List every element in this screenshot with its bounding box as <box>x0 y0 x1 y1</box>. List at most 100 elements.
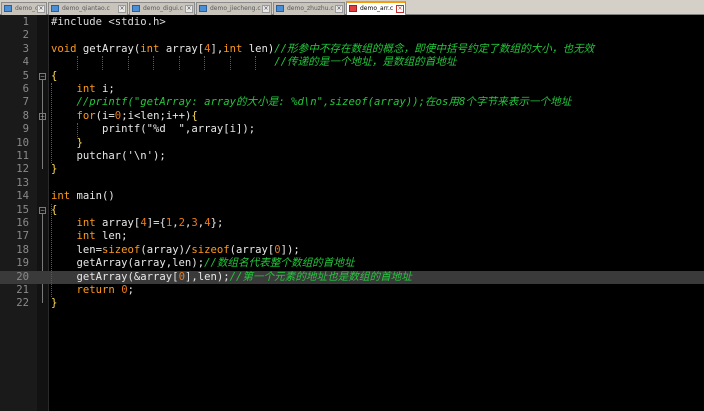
code-text: int len; <box>51 230 128 243</box>
code-line[interactable]: 7 //printf("getArray: array的大小是: %d\n",s… <box>0 96 704 109</box>
line-number: 13 <box>16 176 29 189</box>
code-text: //printf("getArray: array的大小是: %d\n",siz… <box>51 96 572 109</box>
code-token: //第一个元素的地址也是数组的首地址 <box>229 270 412 283</box>
code-token: ]); <box>280 243 300 256</box>
line-number: 8 <box>22 109 29 122</box>
tab-label: demo_zhuzhu.c <box>287 5 334 12</box>
code-text: int i; <box>51 83 115 96</box>
code-line[interactable]: 1 #include <stdio.h> <box>0 16 704 29</box>
code-line[interactable]: 4 //传递的是一个地址，是数组的首地址 <box>0 56 704 69</box>
code-token: i; <box>95 83 115 95</box>
tab-label: demo_arr.c <box>360 5 394 12</box>
code-token: int <box>51 190 71 203</box>
line-number: 11 <box>16 150 29 162</box>
code-line[interactable]: 21 return 0; <box>0 284 704 297</box>
code-text: printf("%d ",array[i]); <box>51 123 255 136</box>
code-token: getArray(&array[ <box>51 270 179 283</box>
line-number: 15 <box>16 203 29 216</box>
code-line[interactable]: 17 int len; <box>0 230 704 243</box>
close-icon[interactable]: × <box>396 5 404 13</box>
code-text: void getArray(int array[4],int len)//形参中… <box>51 43 594 56</box>
code-token: void <box>51 42 77 55</box>
code-line[interactable]: 20 getArray(&array[0],len);//第一个元素的地址也是数… <box>0 270 704 284</box>
code-token: int <box>223 42 243 55</box>
document-icon <box>349 5 357 12</box>
tab-label: demo_jiecheng.c <box>210 5 261 12</box>
code-token: (array)/ <box>140 243 192 256</box>
code-line[interactable]: 19 getArray(array,len);//数组名代表整个数组的首地址 <box>0 257 704 270</box>
tab-demo-arr-c[interactable]: demo_arr.c × <box>346 1 406 15</box>
code-text: for(i=0;i<len;i++){ <box>51 110 198 123</box>
close-icon[interactable]: × <box>118 5 126 13</box>
code-token: printf("%d ",array[i]); <box>51 123 256 136</box>
code-line[interactable]: 9 printf("%d ",array[i]); <box>0 123 704 136</box>
code-text: } <box>51 137 83 150</box>
line-number: 17 <box>16 230 29 243</box>
indent-guide <box>76 123 78 137</box>
tab-bar: demo_c × demo_qiantao.c × demo_digui.c × demo_… <box>0 0 704 15</box>
fold-toggle-icon[interactable]: − <box>39 112 46 120</box>
code-token: { <box>191 109 198 122</box>
close-icon[interactable]: × <box>37 5 45 13</box>
code-token: //形参中不存在数组的概念，即使中括号约定了数组的大小，也无效 <box>274 42 595 55</box>
line-number: 2 <box>22 29 29 42</box>
tab-demo-c[interactable]: demo_c × <box>1 2 47 15</box>
code-editor-window: demo_c × demo_qiantao.c × demo_digui.c × demo_… <box>0 0 704 411</box>
code-token: return <box>76 284 115 296</box>
tab-demo-qiantao-c[interactable]: demo_qiantao.c × <box>48 2 128 15</box>
code-line[interactable]: 16 int array[4]={1,2,3,4}; <box>0 217 704 230</box>
code-token: ], <box>210 42 224 55</box>
tab-demo-digui-c[interactable]: demo_digui.c × <box>129 2 195 15</box>
indent-guide <box>51 203 52 298</box>
code-line[interactable]: 14 int main() <box>0 190 704 203</box>
editor-area[interactable]: 1 #include <stdio.h> 2 3 void getArray(int a… <box>0 15 704 411</box>
line-number: 14 <box>16 190 29 203</box>
code-text: getArray(&array[0],len);//第一个元素的地址也是数组的首… <box>51 271 412 284</box>
code-line[interactable]: 15−{ <box>0 204 704 217</box>
indent-guide <box>102 56 104 70</box>
line-number: 22 <box>16 297 29 310</box>
code-line[interactable]: 6 int i; <box>0 83 704 96</box>
code-token: ; <box>127 284 134 296</box>
code-line[interactable]: 13 <box>0 177 704 190</box>
code-text: #include <stdio.h> <box>51 16 166 29</box>
code-line[interactable]: 12} <box>0 163 704 176</box>
code-token: sizeof <box>102 243 141 256</box>
code-text: len=sizeof(array)/sizeof(array[0]); <box>51 244 300 257</box>
code-token: int <box>76 83 96 95</box>
tab-demo-zhuzhu-c[interactable]: demo_zhuzhu.c × <box>273 2 345 15</box>
tab-demo-jiecheng-c[interactable]: demo_jiecheng.c × <box>196 2 272 15</box>
fold-toggle-icon[interactable]: − <box>39 72 46 80</box>
code-token: array[ <box>159 42 205 55</box>
code-line[interactable]: 3 void getArray(int array[4],int len)//形参… <box>0 43 704 56</box>
code-token: ]={ <box>146 217 166 229</box>
code-line[interactable]: 2 <box>0 29 704 42</box>
document-icon <box>51 5 59 12</box>
indent-guide <box>76 56 78 70</box>
code-line[interactable]: 8 − for(i=0;i<len;i++){ <box>0 110 704 123</box>
code-token: }; <box>210 217 224 229</box>
code-line[interactable]: 18 len=sizeof(array)/sizeof(array[0]); <box>0 244 704 257</box>
code-token: (i= <box>95 109 115 122</box>
code-token: { <box>51 69 58 82</box>
document-icon <box>4 5 12 12</box>
code-line[interactable]: 5 −{ <box>0 70 704 83</box>
code-line[interactable]: 10 } <box>0 137 704 150</box>
code-line[interactable]: 22} <box>0 297 704 310</box>
code-text: return 0; <box>51 284 134 297</box>
code-line[interactable]: 11 putchar('\n'); <box>0 150 704 163</box>
tab-label: demo_qiantao.c <box>62 5 110 12</box>
close-icon[interactable]: × <box>262 5 270 13</box>
fold-toggle-icon[interactable]: − <box>39 206 46 214</box>
code-token: len; <box>95 230 128 243</box>
close-icon[interactable]: × <box>185 5 193 13</box>
close-icon[interactable]: × <box>335 5 343 13</box>
code-token: getArray( <box>76 42 141 55</box>
code-token: getArray(array,len); <box>51 257 205 270</box>
code-token: //传递的是一个地址，是数组的首地址 <box>274 56 457 69</box>
code-token: ;i<len;i++) <box>121 109 192 122</box>
